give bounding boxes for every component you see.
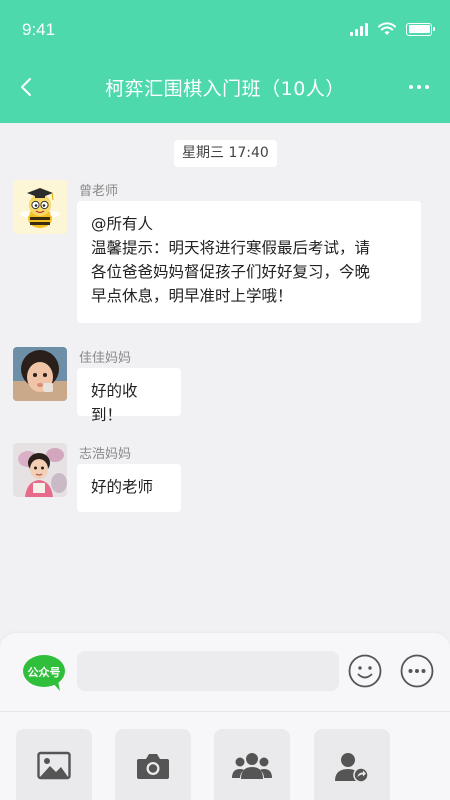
official-account-label: 公众号 — [27, 666, 61, 679]
message-text-line: 早点休息，明早准时上学哦！ — [91, 287, 293, 305]
more-options-icon[interactable] — [400, 654, 434, 688]
signal-icon — [350, 22, 368, 36]
sender-name: 志浩妈妈 — [79, 447, 132, 462]
message-bubble[interactable]: 好的收到！ — [77, 368, 181, 424]
cartoon-teacher-avatar[interactable] — [13, 180, 67, 234]
sender-name: 佳佳妈妈 — [79, 351, 132, 366]
divider — [0, 711, 450, 712]
app-header: 9:41 柯弈汇围棋入门班（10人） — [0, 0, 450, 123]
message-text-line: 温馨提示：明天将进行寒假最后考试，请 — [91, 239, 371, 257]
sender-name: 曾老师 — [79, 184, 119, 199]
wifi-icon — [378, 22, 396, 35]
message-item: 佳佳妈妈 好的收到！ — [13, 347, 433, 424]
message-text-line: @所有人 — [91, 215, 154, 233]
group-tool-button[interactable] — [214, 729, 290, 800]
status-icons — [350, 22, 435, 36]
message-item: 曾老师 @所有人 温馨提示：明天将进行寒假最后考试，请 各位爸爸妈妈督促孩子们好… — [13, 180, 433, 330]
chat-title: 柯弈汇围棋入门班（10人） — [105, 78, 345, 100]
camera-icon — [137, 754, 169, 779]
image-icon — [37, 751, 71, 780]
nav-bar: 柯弈汇围棋入门班（10人） — [0, 58, 450, 120]
chat-area[interactable]: 星期三 17:40 曾老师 @所有人 温馨提示：明天将进行寒假最后考试，请 各位… — [0, 123, 450, 633]
message-text-line: 各位爸爸妈妈督促孩子们好好复习，今晚 — [91, 263, 371, 281]
child-photo-avatar-2[interactable] — [13, 443, 67, 497]
emoji-icon[interactable] — [348, 654, 382, 688]
input-panel: 公众号 — [0, 633, 450, 800]
back-arrow-icon[interactable] — [14, 72, 40, 102]
message-bubble[interactable]: 好的老师 — [77, 464, 181, 512]
message-input[interactable] — [77, 651, 339, 691]
group-icon — [232, 753, 272, 779]
message-item: 志浩妈妈 好的老师 — [13, 443, 433, 515]
image-tool-button[interactable] — [16, 729, 92, 800]
contact-card-tool-button[interactable] — [314, 729, 390, 800]
status-time: 9:41 — [22, 20, 56, 39]
contact-card-icon — [335, 753, 369, 783]
official-account-button[interactable]: 公众号 — [22, 654, 66, 692]
child-photo-avatar[interactable] — [13, 347, 67, 401]
camera-tool-button[interactable] — [115, 729, 191, 800]
battery-icon — [406, 22, 435, 36]
message-bubble[interactable]: @所有人 温馨提示：明天将进行寒假最后考试，请 各位爸爸妈妈督促孩子们好好复习，… — [77, 201, 421, 323]
timestamp-pill: 星期三 17:40 — [174, 140, 277, 167]
more-menu-icon[interactable] — [406, 72, 432, 102]
status-bar: 9:41 — [0, 0, 450, 58]
